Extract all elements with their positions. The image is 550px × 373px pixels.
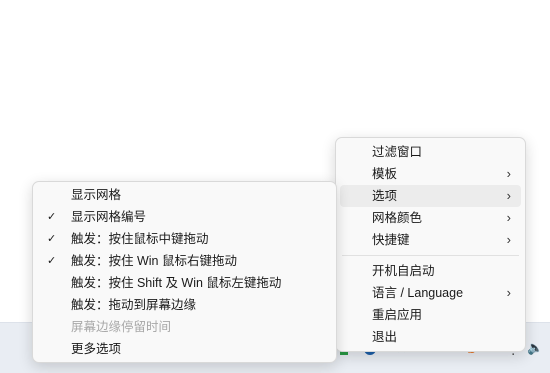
option-item-label: 更多选项 bbox=[71, 342, 122, 356]
menu-item-开机自启动[interactable]: 开机自启动 bbox=[340, 260, 521, 282]
menu-item-网格颜色[interactable]: 网格颜色 › bbox=[340, 207, 521, 229]
chevron-right-icon: › bbox=[506, 232, 511, 247]
option-item-显示网格[interactable]: 显示网格 bbox=[37, 184, 332, 206]
menu-item-快捷键[interactable]: 快捷键 › bbox=[340, 229, 521, 251]
menu-item-label: 模板 bbox=[372, 167, 398, 181]
option-item-label: 触发：按住 Shift 及 Win 鼠标左键拖动 bbox=[71, 276, 282, 290]
volume-tray-icon[interactable]: 🔈 bbox=[527, 340, 543, 356]
chevron-right-icon: › bbox=[506, 210, 511, 225]
menu-item-label: 退出 bbox=[372, 330, 398, 344]
option-item-屏幕边缘停留时间: 屏幕边缘停留时间 bbox=[37, 316, 332, 338]
option-item-label: 触发：按住 Win 鼠标右键拖动 bbox=[71, 254, 237, 268]
menu-separator bbox=[342, 255, 519, 256]
option-item-触发-拖动到屏幕边缘[interactable]: 触发：拖动到屏幕边缘 bbox=[37, 294, 332, 316]
menu-item-语言-language[interactable]: 语言 / Language › bbox=[340, 282, 521, 304]
checkmark-icon: ✓ bbox=[47, 211, 57, 223]
chevron-right-icon: › bbox=[506, 188, 511, 203]
option-item-label: 屏幕边缘停留时间 bbox=[71, 320, 172, 334]
option-item-label: 触发：拖动到屏幕边缘 bbox=[71, 298, 197, 312]
option-item-触发-按住-shift-及-win-鼠标左键拖动[interactable]: 触发：按住 Shift 及 Win 鼠标左键拖动 bbox=[37, 272, 332, 294]
menu-item-label: 选项 bbox=[372, 189, 398, 203]
menu-item-label: 重启应用 bbox=[372, 308, 423, 322]
option-item-触发-按住鼠标中键拖动[interactable]: ✓ 触发：按住鼠标中键拖动 bbox=[37, 228, 332, 250]
options-submenu: 显示网格 ✓ 显示网格编号 ✓ 触发：按住鼠标中键拖动 ✓ 触发：按住 Win 鼠标右键拖动… bbox=[32, 181, 337, 363]
menu-item-重启应用[interactable]: 重启应用 bbox=[340, 304, 521, 326]
checkmark-icon: ✓ bbox=[47, 233, 57, 245]
menu-item-退出[interactable]: 退出 bbox=[340, 326, 521, 348]
option-item-更多选项[interactable]: 更多选项 bbox=[37, 338, 332, 360]
menu-item-label: 快捷键 bbox=[372, 233, 410, 247]
chevron-right-icon: › bbox=[506, 285, 511, 300]
menu-item-label: 开机自启动 bbox=[372, 264, 435, 278]
option-item-label: 触发：按住鼠标中键拖动 bbox=[71, 232, 209, 246]
menu-item-label: 网格颜色 bbox=[372, 211, 423, 225]
option-item-label: 显示网格 bbox=[71, 188, 122, 202]
menu-item-label: 过滤窗口 bbox=[372, 145, 423, 159]
menu-item-label: 语言 / Language bbox=[372, 286, 464, 300]
option-item-触发-按住-win-鼠标右键拖动[interactable]: ✓ 触发：按住 Win 鼠标右键拖动 bbox=[37, 250, 332, 272]
chevron-right-icon: › bbox=[506, 166, 511, 181]
tray-context-menu: 过滤窗口模板 › 选项 › 网格颜色 › 快捷键 › 开机自启动语言 / Language › 重… bbox=[335, 137, 526, 352]
checkmark-icon: ✓ bbox=[47, 255, 57, 267]
menu-item-选项[interactable]: 选项 › bbox=[340, 185, 521, 207]
option-item-显示网格编号[interactable]: ✓ 显示网格编号 bbox=[37, 206, 332, 228]
option-item-label: 显示网格编号 bbox=[71, 210, 147, 224]
menu-item-模板[interactable]: 模板 › bbox=[340, 163, 521, 185]
menu-item-过滤窗口[interactable]: 过滤窗口 bbox=[340, 141, 521, 163]
